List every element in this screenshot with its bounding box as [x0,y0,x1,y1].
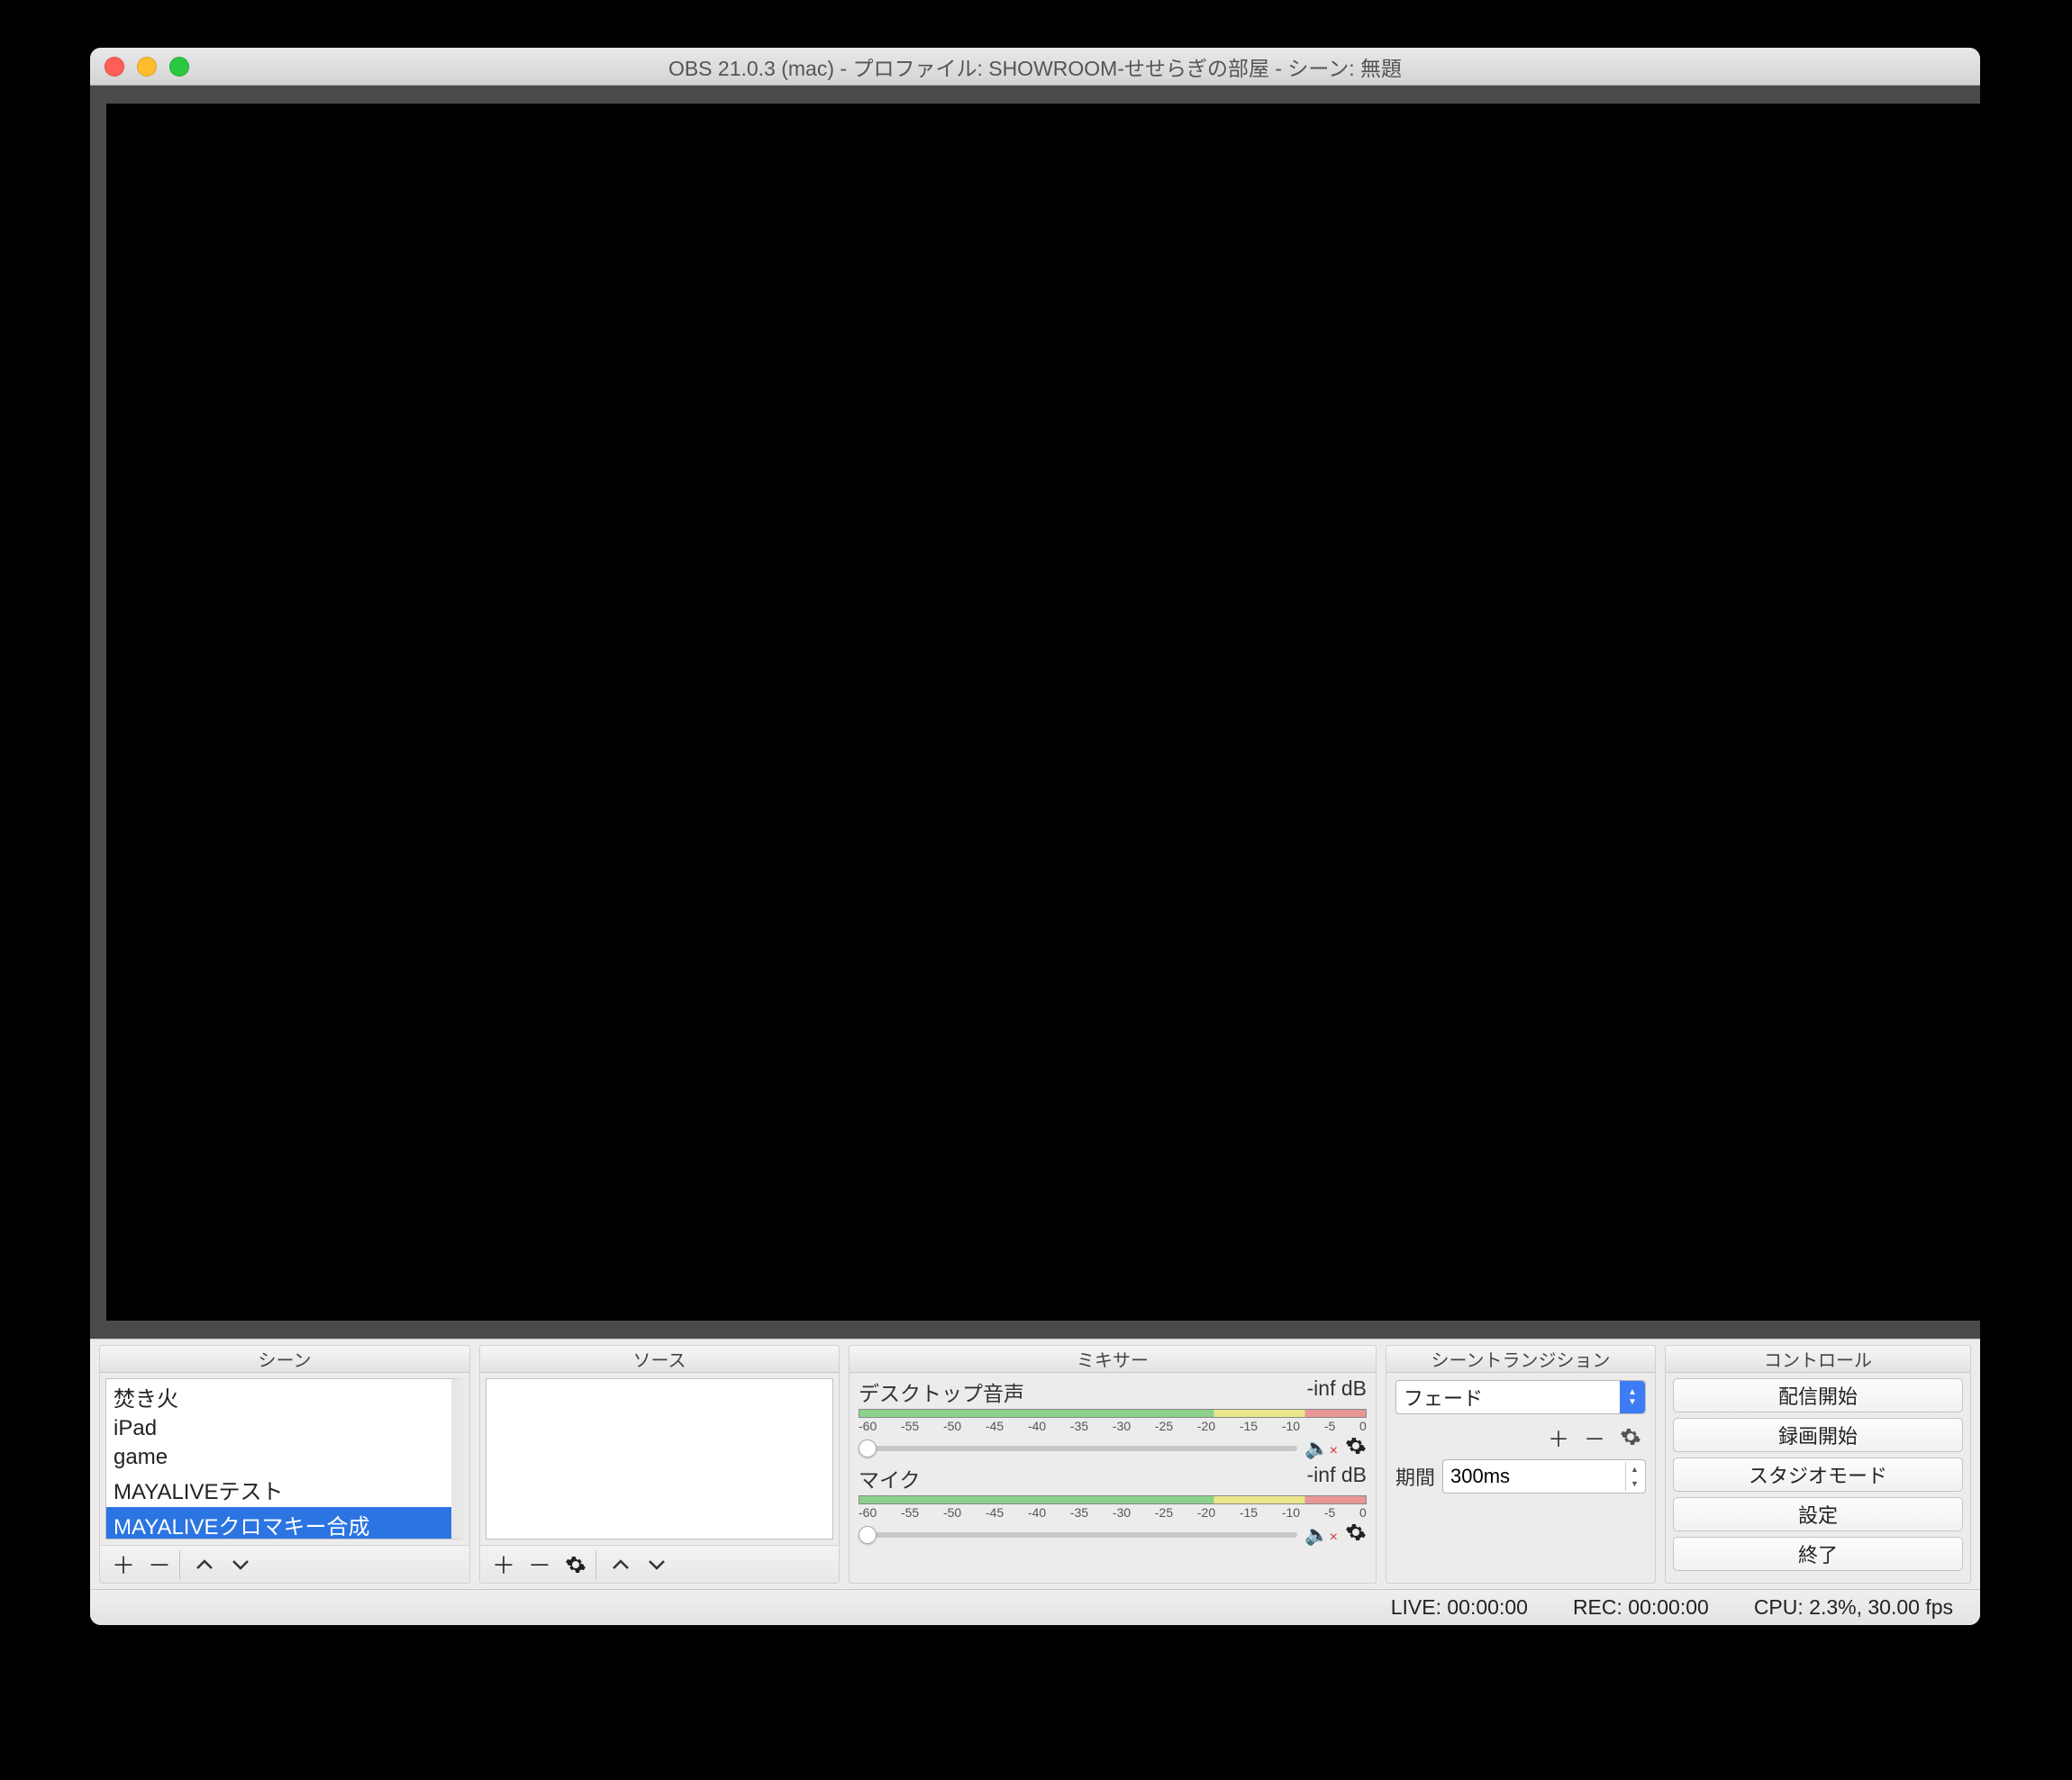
control-button[interactable]: 録画開始 [1673,1418,1963,1452]
duration-value: 300ms [1450,1465,1510,1488]
transitions-header: シーントランジション [1386,1346,1655,1373]
titlebar: OBS 21.0.3 (mac) - プロファイル: SHOWROOM-せせらぎ… [90,48,1980,86]
controls-panel: コントロール 配信開始録画開始スタジオモード設定終了 [1665,1345,1971,1584]
sources-toolbar: ＋ － [480,1545,839,1583]
channel-name: デスクトップ音声 [859,1376,1024,1407]
window-title: OBS 21.0.3 (mac) - プロファイル: SHOWROOM-せせらぎ… [90,51,1980,82]
statusbar: LIVE: 00:00:00 REC: 00:00:00 CPU: 2.3%, … [90,1589,1980,1625]
transitions-panel: シーントランジション フェード ▲▼ ＋ － 期間 [1386,1345,1656,1584]
separator [595,1549,601,1580]
volume-meter [859,1409,1367,1418]
scene-add-button[interactable]: ＋ [105,1549,141,1580]
scene-item[interactable]: 焚き火 [106,1379,451,1414]
source-properties-button[interactable] [558,1549,594,1580]
separator [179,1549,185,1580]
scene-item[interactable]: iPad [106,1414,451,1443]
mixer-channel: デスクトップ音声 -inf dB -60-55-50-45-40-35-30-25-… [859,1376,1367,1461]
stepper-icon[interactable]: ▲▼ [1625,1462,1643,1491]
meter-ticks: -60-55-50-45-40-35-30-25-20-15-10-50 [859,1505,1367,1520]
mute-icon[interactable]: 🔈× [1304,1523,1338,1547]
control-button[interactable]: 設定 [1673,1497,1963,1531]
control-button[interactable]: 終了 [1673,1537,1963,1571]
mixer-panel: ミキサー デスクトップ音声 -inf dB -60-55-50-45-40-35-3… [849,1345,1377,1584]
mixer-channel: マイク -inf dB -60-55-50-45-40-35-30-25-20-15… [859,1463,1367,1548]
controls-header: コントロール [1666,1346,1970,1373]
scenes-list[interactable]: 焚き火iPadgameMAYALIVEテストMAYALIVEクロマキー合成 [105,1378,464,1539]
select-caret-icon: ▲▼ [1620,1381,1645,1413]
transition-properties-button[interactable] [1615,1423,1646,1450]
channel-settings-button[interactable] [1345,1435,1367,1461]
status-cpu: CPU: 2.3%, 30.00 fps [1754,1595,1953,1620]
channel-level: -inf dB [1307,1376,1367,1407]
transition-remove-button[interactable]: － [1579,1423,1610,1450]
volume-slider[interactable] [859,1446,1297,1451]
mixer-header: ミキサー [850,1346,1376,1373]
transition-select[interactable]: フェード ▲▼ [1395,1380,1646,1414]
sources-list[interactable] [486,1378,833,1539]
scene-remove-button[interactable]: － [141,1549,177,1580]
source-remove-button[interactable]: － [522,1549,558,1580]
gear-icon [1620,1426,1641,1448]
sources-header: ソース [480,1346,839,1373]
dock-panels: シーン 焚き火iPadgameMAYALIVEテストMAYALIVEクロマキー合… [90,1339,1980,1589]
scenes-panel: シーン 焚き火iPadgameMAYALIVEテストMAYALIVEクロマキー合… [99,1345,470,1584]
scenes-header: シーン [100,1346,469,1373]
scene-move-down-button[interactable] [223,1549,259,1580]
scene-item[interactable]: game [106,1443,451,1472]
gear-icon [565,1554,586,1576]
status-rec: REC: 00:00:00 [1573,1595,1709,1620]
sources-panel: ソース ＋ － [479,1345,840,1584]
preview-area [90,86,1980,1339]
source-move-up-button[interactable] [603,1549,639,1580]
channel-level: -inf dB [1307,1463,1367,1494]
scenes-toolbar: ＋ － [100,1545,469,1583]
volume-slider[interactable] [859,1532,1297,1538]
duration-input[interactable]: 300ms ▲▼ [1442,1459,1646,1494]
duration-label: 期間 [1395,1462,1435,1491]
app-window: OBS 21.0.3 (mac) - プロファイル: SHOWROOM-せせらぎ… [90,48,1980,1625]
source-add-button[interactable]: ＋ [486,1549,522,1580]
mixer-body: デスクトップ音声 -inf dB -60-55-50-45-40-35-30-25-… [850,1373,1376,1583]
meter-ticks: -60-55-50-45-40-35-30-25-20-15-10-50 [859,1419,1367,1433]
scene-item[interactable]: MAYALIVEクロマキー合成 [106,1507,451,1539]
control-button[interactable]: スタジオモード [1673,1458,1963,1492]
preview-canvas[interactable] [106,104,1980,1321]
volume-meter [859,1495,1367,1504]
status-live: LIVE: 00:00:00 [1391,1595,1528,1620]
mute-icon[interactable]: 🔈× [1304,1437,1338,1460]
control-button[interactable]: 配信開始 [1673,1378,1963,1412]
source-move-down-button[interactable] [639,1549,675,1580]
channel-name: マイク [859,1463,921,1494]
transition-selected-value: フェード [1404,1383,1483,1412]
scene-item[interactable]: MAYALIVEテスト [106,1472,451,1507]
transition-add-button[interactable]: ＋ [1543,1423,1574,1450]
scene-move-up-button[interactable] [186,1549,223,1580]
channel-settings-button[interactable] [1345,1521,1367,1548]
